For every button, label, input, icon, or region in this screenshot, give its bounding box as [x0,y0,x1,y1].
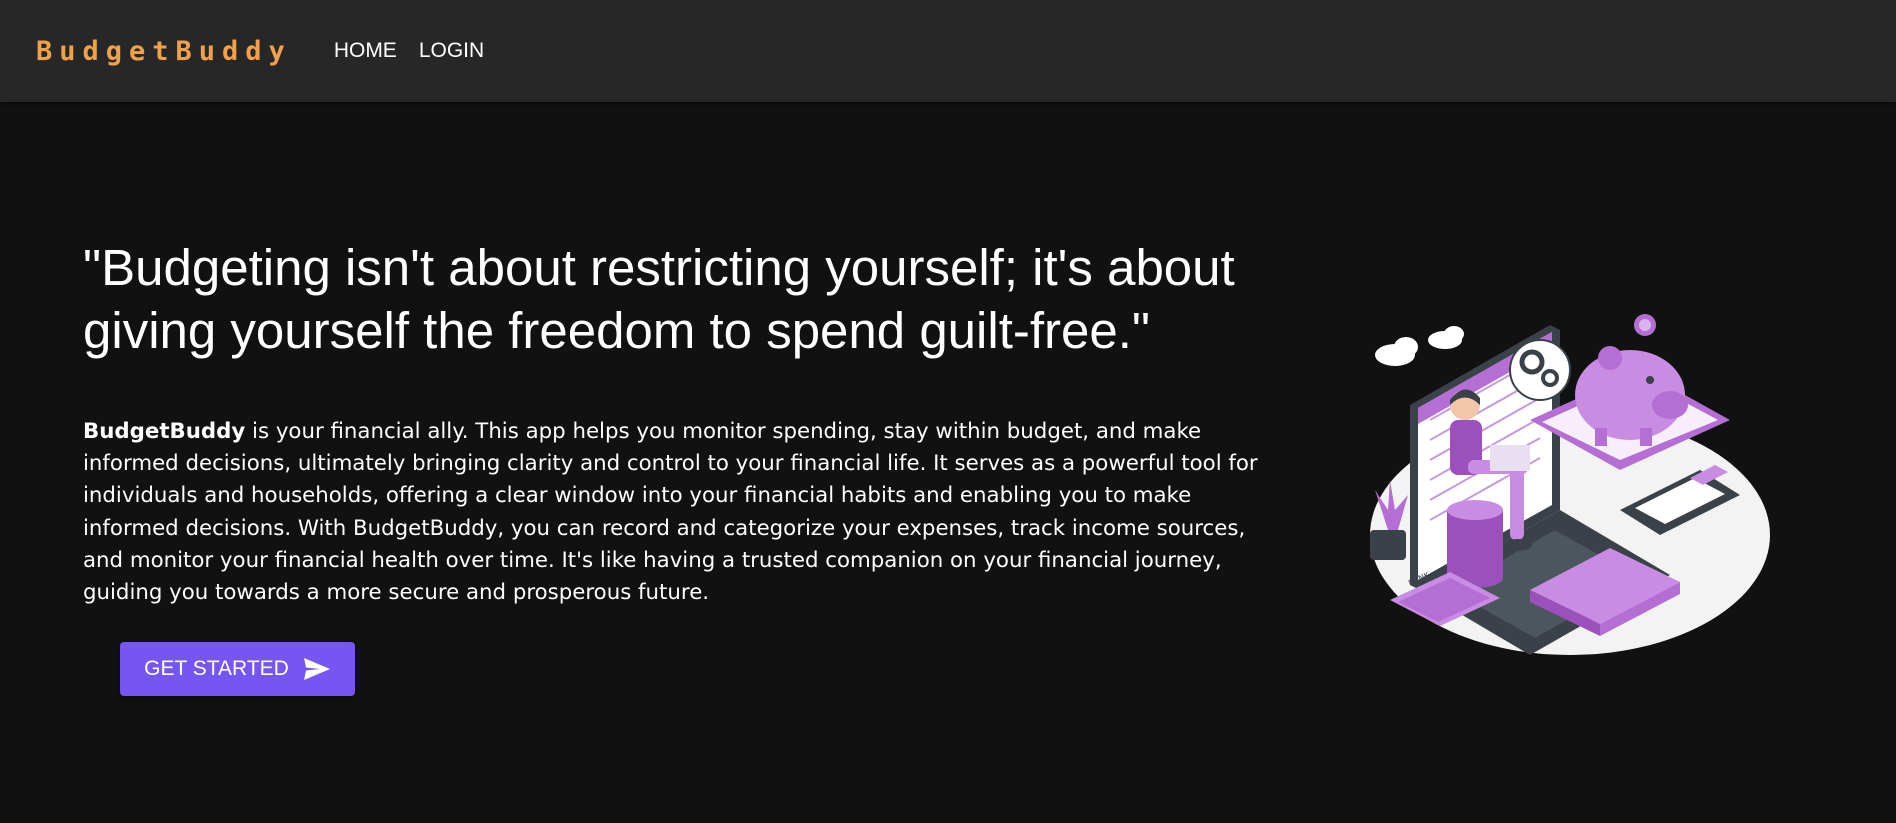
budgeting-illustration: BANK [1370,314,1770,655]
coin-stack [1447,500,1503,588]
cloud-icon [1375,326,1464,366]
description-text: is your financial ally. This app helps y… [83,419,1258,606]
description-brand: BudgetBuddy [83,419,246,444]
nav-link-login[interactable]: LOGIN [419,39,484,63]
navbar: BudgetBuddy HOME LOGIN [0,0,1896,102]
get-started-label: GET STARTED [144,657,289,680]
hero-description: BudgetBuddy is your financial ally. This… [83,416,1283,609]
send-icon [303,658,330,680]
nav-link-home[interactable]: HOME [334,39,397,63]
get-started-button[interactable]: GET STARTED [120,642,355,696]
hero-quote: "Budgeting isn't about restricting yours… [83,239,1235,359]
gear-icon [1509,339,1571,401]
brand-logo[interactable]: BudgetBuddy [36,36,292,67]
